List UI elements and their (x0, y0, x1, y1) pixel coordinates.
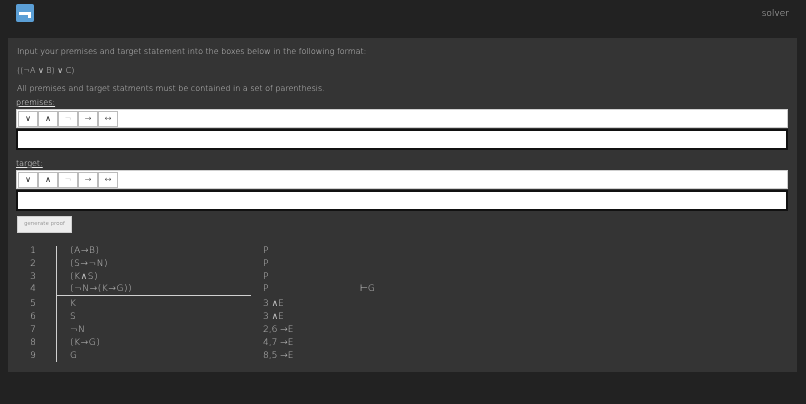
premises-and-button[interactable]: ∧ (38, 111, 58, 127)
line-justification: P (263, 272, 269, 282)
parenthesis-note: All premises and target statments must b… (17, 84, 325, 93)
sheet-logo-icon[interactable] (16, 4, 34, 22)
target-iff-button[interactable]: ↔ (98, 172, 118, 188)
line-number: 9 (30, 351, 36, 361)
target-and-button[interactable]: ∧ (38, 172, 58, 188)
top-bar: solver (0, 0, 806, 30)
line-formula: G (70, 351, 78, 361)
target-label: target: (16, 159, 43, 168)
line-formula: S (70, 312, 77, 322)
line-formula: (K∧S) (70, 272, 99, 282)
instructions-line: Input your premises and target statement… (17, 47, 367, 56)
proof-scope-line (56, 246, 57, 362)
line-number: 2 (30, 259, 36, 269)
line-number: 3 (30, 272, 36, 282)
line-formula: (K→G) (70, 338, 101, 348)
line-justification: 4,7 →E (263, 338, 294, 348)
line-justification: P (263, 259, 269, 269)
line-number: 6 (30, 312, 36, 322)
line-justification: 3 ∧E (263, 312, 284, 322)
line-justification: P (263, 246, 269, 256)
main-panel: Input your premises and target statement… (8, 38, 797, 372)
line-formula: K (70, 299, 77, 309)
solver-link[interactable]: solver (762, 9, 789, 19)
line-formula: (¬N→(K→G)) (70, 284, 133, 294)
premises-symbol-toolbar: ∨ ∧ ¬ → ↔ (16, 109, 788, 128)
line-formula: ¬N (70, 325, 86, 335)
line-formula: (A→B) (70, 246, 100, 256)
target-or-button[interactable]: ∨ (18, 172, 38, 188)
line-justification: 3 ∧E (263, 299, 284, 309)
line-number: 4 (30, 284, 36, 294)
target-symbol-toolbar: ∨ ∧ ¬ → ↔ (16, 170, 788, 189)
generate-proof-button[interactable]: generate proof (17, 216, 72, 233)
logo-tick (28, 12, 31, 18)
line-justification: 2,6 →E (263, 325, 294, 335)
target-implies-button[interactable]: → (78, 172, 98, 188)
premises-iff-button[interactable]: ↔ (98, 111, 118, 127)
line-number: 7 (30, 325, 36, 335)
premises-implies-button[interactable]: → (78, 111, 98, 127)
line-number: 5 (30, 299, 36, 309)
format-example: ((¬A ∨ B) ∨ C) (17, 66, 75, 75)
premise-separator (56, 295, 251, 296)
line-justification: P (263, 284, 269, 294)
premises-or-button[interactable]: ∨ (18, 111, 38, 127)
line-justification: 8,5 →E (263, 351, 294, 361)
target-not-button[interactable]: ¬ (58, 172, 78, 188)
premises-not-button[interactable]: ¬ (58, 111, 78, 127)
line-number: 8 (30, 338, 36, 348)
premises-label: premises: (16, 98, 56, 107)
line-formula: (S→¬N) (70, 259, 109, 269)
target-input[interactable] (16, 190, 788, 211)
premises-input[interactable] (16, 129, 788, 150)
line-number: 1 (30, 246, 36, 256)
proof-goal: ⊢G (360, 284, 375, 294)
